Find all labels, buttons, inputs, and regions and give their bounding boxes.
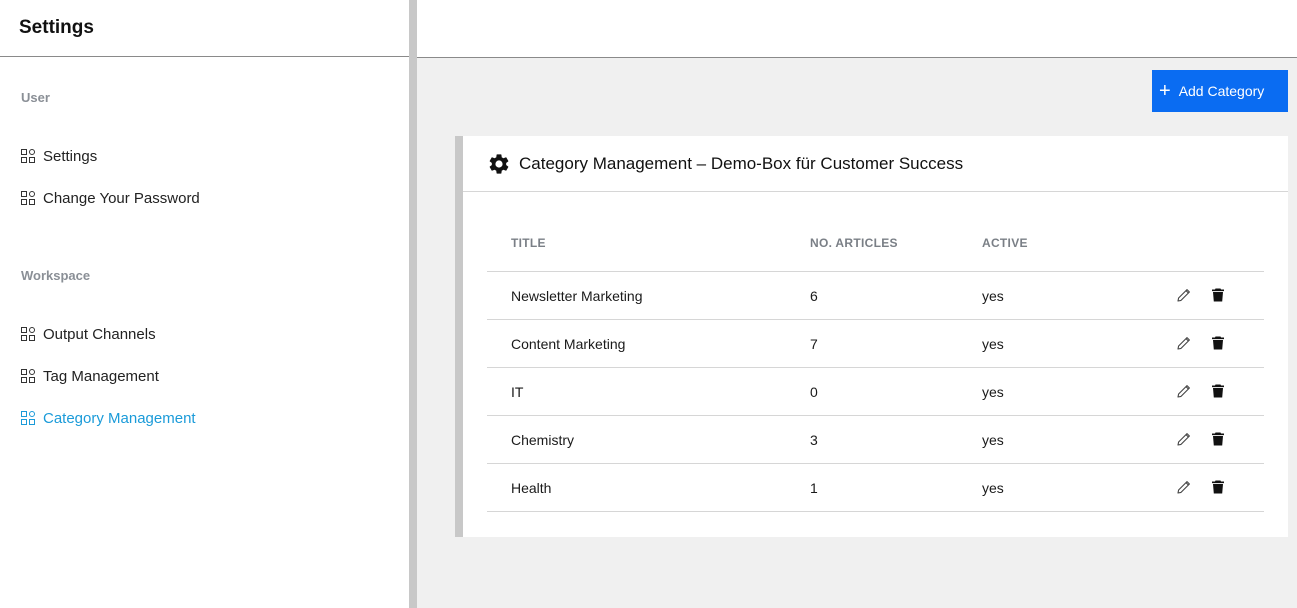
trash-icon[interactable] bbox=[1210, 287, 1226, 303]
table-row: Chemistry 3 yes bbox=[487, 416, 1264, 464]
grid-icon bbox=[21, 327, 35, 341]
grid-icon bbox=[21, 411, 35, 425]
table-row: Content Marketing 7 yes bbox=[487, 320, 1264, 368]
grid-icon bbox=[21, 191, 35, 205]
row-active: yes bbox=[982, 384, 1004, 400]
table-row: Health 1 yes bbox=[487, 464, 1264, 512]
add-category-button[interactable]: + Add Category bbox=[1152, 70, 1288, 112]
row-articles: 1 bbox=[810, 480, 818, 496]
sidebar-item-change-password[interactable]: Change Your Password bbox=[21, 187, 200, 209]
sidebar-item-category-management[interactable]: Category Management bbox=[21, 407, 196, 429]
sidebar-title: Settings bbox=[19, 17, 94, 38]
sidebar-item-label: Settings bbox=[43, 147, 98, 165]
sidebar-item-output-channels[interactable]: Output Channels bbox=[21, 323, 156, 345]
trash-icon[interactable] bbox=[1210, 335, 1226, 351]
row-title: Chemistry bbox=[511, 432, 575, 448]
sidebar-item-label: Tag Management bbox=[43, 367, 159, 385]
row-articles: 0 bbox=[810, 384, 818, 400]
edit-icon[interactable] bbox=[1176, 335, 1192, 351]
row-articles: 3 bbox=[810, 432, 818, 448]
row-title: IT bbox=[511, 384, 524, 400]
row-active: yes bbox=[982, 288, 1004, 304]
card-title: Category Management – Demo-Box für Custo… bbox=[519, 153, 964, 173]
row-articles: 6 bbox=[810, 288, 818, 304]
grid-icon bbox=[21, 149, 35, 163]
column-header-active[interactable]: ACTIVE bbox=[982, 236, 1028, 250]
plus-icon: + bbox=[1159, 80, 1171, 102]
category-table: TITLE NO. ARTICLES ACTIVE Newsletter Mar… bbox=[487, 228, 1264, 512]
sidebar-item-tag-management[interactable]: Tag Management bbox=[21, 365, 159, 387]
edit-icon[interactable] bbox=[1176, 287, 1192, 303]
row-active: yes bbox=[982, 480, 1004, 496]
sidebar-item-label: Category Management bbox=[43, 409, 196, 427]
row-title: Health bbox=[511, 480, 552, 496]
section-label-user: User bbox=[21, 90, 50, 105]
edit-icon[interactable] bbox=[1176, 383, 1192, 399]
column-header-articles[interactable]: NO. ARTICLES bbox=[810, 236, 898, 250]
table-row: Newsletter Marketing 6 yes bbox=[487, 272, 1264, 320]
gear-icon bbox=[489, 153, 509, 174]
grid-icon bbox=[21, 369, 35, 383]
row-active: yes bbox=[982, 336, 1004, 352]
sidebar-header: Settings bbox=[0, 0, 409, 57]
row-active: yes bbox=[982, 432, 1004, 448]
sidebar-divider[interactable] bbox=[409, 0, 417, 608]
trash-icon[interactable] bbox=[1210, 431, 1226, 447]
edit-icon[interactable] bbox=[1176, 479, 1192, 495]
trash-icon[interactable] bbox=[1210, 479, 1226, 495]
column-header-title[interactable]: TITLE bbox=[511, 236, 546, 250]
table-header-row: TITLE NO. ARTICLES ACTIVE bbox=[487, 228, 1264, 272]
row-title: Newsletter Marketing bbox=[511, 288, 643, 304]
top-bar bbox=[417, 0, 1297, 58]
add-category-label: Add Category bbox=[1178, 83, 1265, 99]
card-header: Category Management – Demo-Box für Custo… bbox=[463, 136, 1288, 192]
sidebar-item-label: Output Channels bbox=[43, 325, 156, 343]
edit-icon[interactable] bbox=[1176, 431, 1192, 447]
category-card: Category Management – Demo-Box für Custo… bbox=[455, 136, 1288, 537]
table-row: IT 0 yes bbox=[487, 368, 1264, 416]
sidebar-item-label: Change Your Password bbox=[43, 189, 200, 207]
row-articles: 7 bbox=[810, 336, 818, 352]
section-label-workspace: Workspace bbox=[21, 268, 91, 283]
sidebar-item-settings[interactable]: Settings bbox=[21, 145, 97, 167]
trash-icon[interactable] bbox=[1210, 383, 1226, 399]
row-title: Content Marketing bbox=[511, 336, 626, 352]
sidebar: Settings User Settings Change Your Passw… bbox=[0, 0, 409, 608]
